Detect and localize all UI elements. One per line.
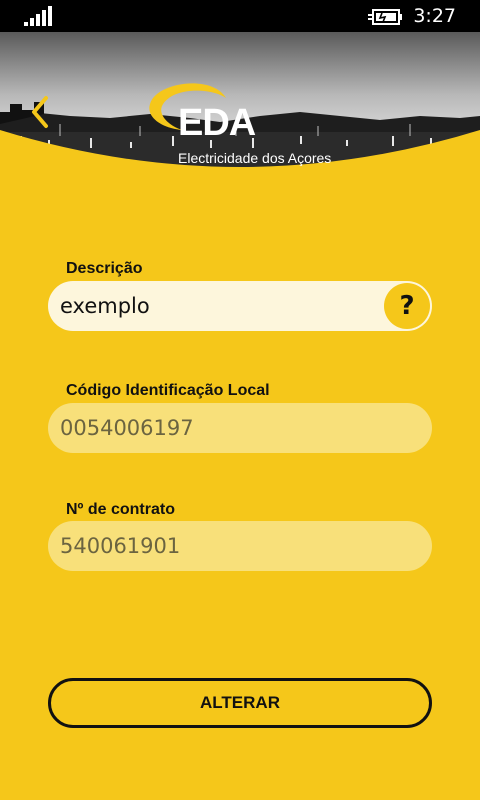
battery-charging-icon (368, 9, 402, 25)
contrato-label: Nº de contrato (66, 501, 175, 518)
contrato-field[interactable] (48, 521, 432, 571)
contrato-input[interactable] (48, 521, 432, 571)
clock: 3:27 (413, 5, 456, 27)
back-button[interactable] (22, 90, 62, 134)
codigo-input[interactable] (48, 403, 432, 453)
alterar-button[interactable]: ALTERAR (48, 678, 432, 728)
descricao-label: Descrição (66, 260, 143, 277)
help-button[interactable]: ? (384, 283, 430, 329)
header-banner: EDA Electricidade dos Açores (0, 32, 480, 172)
logo-text: EDA (178, 102, 256, 144)
codigo-field[interactable] (48, 403, 432, 453)
chevron-left-icon (32, 96, 48, 128)
descricao-input[interactable] (48, 281, 432, 331)
codigo-label: Código Identificação Local (66, 382, 270, 399)
signal-strength-icon (24, 6, 54, 26)
descricao-field[interactable]: ? (48, 281, 432, 331)
eda-logo: EDA Electricidade dos Açores (146, 76, 346, 172)
logo-subtitle: Electricidade dos Açores (178, 150, 332, 166)
status-bar: 3:27 (0, 0, 480, 32)
